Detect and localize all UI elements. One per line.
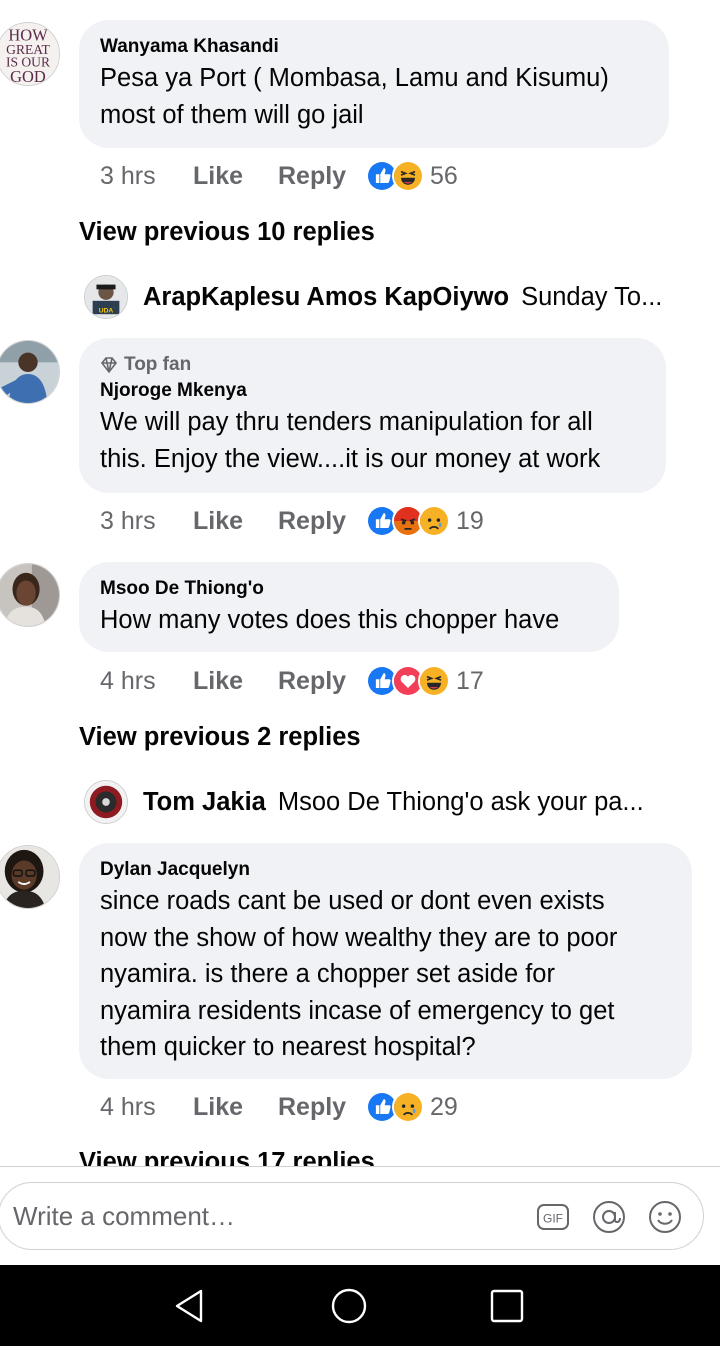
comment-input-box[interactable]: GIF: [0, 1182, 704, 1250]
comment-input[interactable]: [13, 1195, 513, 1237]
mention-icon[interactable]: [591, 1199, 627, 1235]
comment-author[interactable]: Msoo De Thiong'o: [100, 578, 597, 600]
sad-reaction-icon: [392, 1091, 424, 1123]
comment-actions: 4 hrs Like Reply 17: [100, 663, 484, 699]
top-fan-label: Top fan: [124, 354, 192, 375]
reaction-count: 29: [430, 1092, 458, 1121]
recents-icon[interactable]: [488, 1287, 526, 1325]
reply-author[interactable]: ArapKaplesu Amos KapOiywo: [143, 283, 509, 312]
comment-text-line: We will pay thru tenders manipulation fo…: [100, 408, 593, 436]
diamond-icon: [100, 357, 118, 374]
sad-reaction-icon: [418, 505, 450, 537]
reaction-count: 17: [456, 666, 484, 695]
comment-bubble[interactable]: Dylan Jacquelyn since roads cant be used…: [79, 843, 692, 1079]
comment-text-line: Pesa ya Port ( Mombasa, Lamu and Kisumu): [100, 64, 609, 92]
comment-text: Pesa ya Port ( Mombasa, Lamu and Kisumu)…: [100, 60, 647, 133]
reply-button[interactable]: Reply: [278, 667, 366, 696]
avatar-wanyama-khasandi[interactable]: HOW GREAT IS OUR GOD: [0, 22, 60, 86]
reaction-count: 19: [456, 506, 484, 535]
avatar-arapkaplesu[interactable]: UDA: [84, 275, 128, 319]
avatar-msoo-de-thiongo[interactable]: [0, 563, 60, 627]
reply-snippet: Sunday To...: [521, 282, 663, 311]
comment-text-line: nyamira. is there a chopper set aside fo…: [100, 960, 555, 988]
avatar-njoroge-mkenya[interactable]: [0, 340, 60, 404]
reply-button[interactable]: Reply: [278, 1093, 366, 1122]
comment-author[interactable]: Njoroge Mkenya: [100, 380, 644, 402]
comment-time[interactable]: 4 hrs: [100, 1093, 193, 1122]
comment-actions: 3 hrs Like Reply 19: [100, 503, 484, 539]
comment-text-line: How many votes does this chopper have: [100, 606, 560, 634]
comment-actions: 4 hrs Like Reply 29: [100, 1089, 458, 1125]
home-icon[interactable]: [330, 1287, 368, 1325]
comment-time[interactable]: 4 hrs: [100, 667, 193, 696]
reactions-summary[interactable]: 56: [366, 160, 458, 192]
reply-button[interactable]: Reply: [278, 507, 366, 536]
avatar-badge-text: UDA: [99, 307, 114, 314]
top-fan-badge: Top fan: [100, 354, 644, 376]
comment-text-line: most of them will go jail: [100, 100, 364, 129]
comment-actions: 3 hrs Like Reply 56: [100, 158, 458, 194]
comment-text: How many votes does this chopper have: [100, 602, 597, 639]
comment-text-line: since roads cant be used or dont even ex…: [100, 887, 605, 915]
comment-bubble[interactable]: Top fan Njoroge Mkenya We will pay thru …: [79, 338, 666, 493]
comment-author[interactable]: Dylan Jacquelyn: [100, 859, 670, 881]
system-navigation-bar: [0, 1265, 720, 1346]
view-previous-replies[interactable]: View previous 10 replies: [79, 218, 375, 247]
reply-button[interactable]: Reply: [278, 162, 366, 191]
like-button[interactable]: Like: [193, 507, 278, 536]
comment-bubble[interactable]: Wanyama Khasandi Pesa ya Port ( Mombasa,…: [79, 20, 669, 148]
like-button[interactable]: Like: [193, 667, 278, 696]
reactions-summary[interactable]: 19: [366, 505, 484, 537]
view-previous-replies[interactable]: View previous 2 replies: [79, 723, 361, 752]
view-previous-replies[interactable]: View previous 17 replies: [79, 1148, 375, 1166]
like-button[interactable]: Like: [193, 162, 278, 191]
back-icon[interactable]: [171, 1287, 209, 1325]
comment-time[interactable]: 3 hrs: [100, 507, 193, 536]
comment-text: We will pay thru tenders manipulation fo…: [100, 404, 644, 477]
avatar-dylan-jacquelyn[interactable]: [0, 845, 60, 909]
collapsed-reply[interactable]: Tom Jakia Msoo De Thiong'o ask your pa..…: [84, 779, 704, 825]
comment-text: since roads cant be used or dont even ex…: [100, 883, 670, 1066]
comment-feed: HOW GREAT IS OUR GOD Wanyama Khasandi Pe…: [0, 0, 720, 1166]
comment-text-line: this. Enjoy the view....it is our money …: [100, 444, 601, 473]
reply-author[interactable]: Tom Jakia: [143, 788, 266, 817]
haha-reaction-icon: [418, 665, 450, 697]
collapsed-reply[interactable]: UDA ArapKaplesu Amos KapOiywo Sunday To.…: [84, 274, 704, 320]
emoji-icon[interactable]: [647, 1199, 683, 1235]
comment-text-line: now the show of how wealthy they are to …: [100, 923, 618, 952]
comment-bubble[interactable]: Msoo De Thiong'o How many votes does thi…: [79, 562, 619, 652]
comment-composer: GIF: [0, 1167, 720, 1265]
like-button[interactable]: Like: [193, 1093, 278, 1122]
comment-text-line: them quicker to nearest hospital?: [100, 1033, 476, 1061]
reply-snippet: Msoo De Thiong'o ask your pa...: [277, 787, 644, 816]
gif-icon-label: GIF: [543, 1212, 563, 1226]
reactions-summary[interactable]: 17: [366, 665, 484, 697]
comment-author[interactable]: Wanyama Khasandi: [100, 36, 647, 58]
comment-time[interactable]: 3 hrs: [100, 162, 193, 191]
avatar-tom-jakia[interactable]: [84, 780, 128, 824]
reactions-summary[interactable]: 29: [366, 1091, 458, 1123]
comment-text-line: nyamira residents incase of emergency to…: [100, 996, 615, 1025]
haha-reaction-icon: [392, 160, 424, 192]
avatar-text-line: GOD: [10, 67, 46, 85]
reaction-count: 56: [430, 161, 458, 190]
gif-icon[interactable]: GIF: [535, 1199, 571, 1235]
